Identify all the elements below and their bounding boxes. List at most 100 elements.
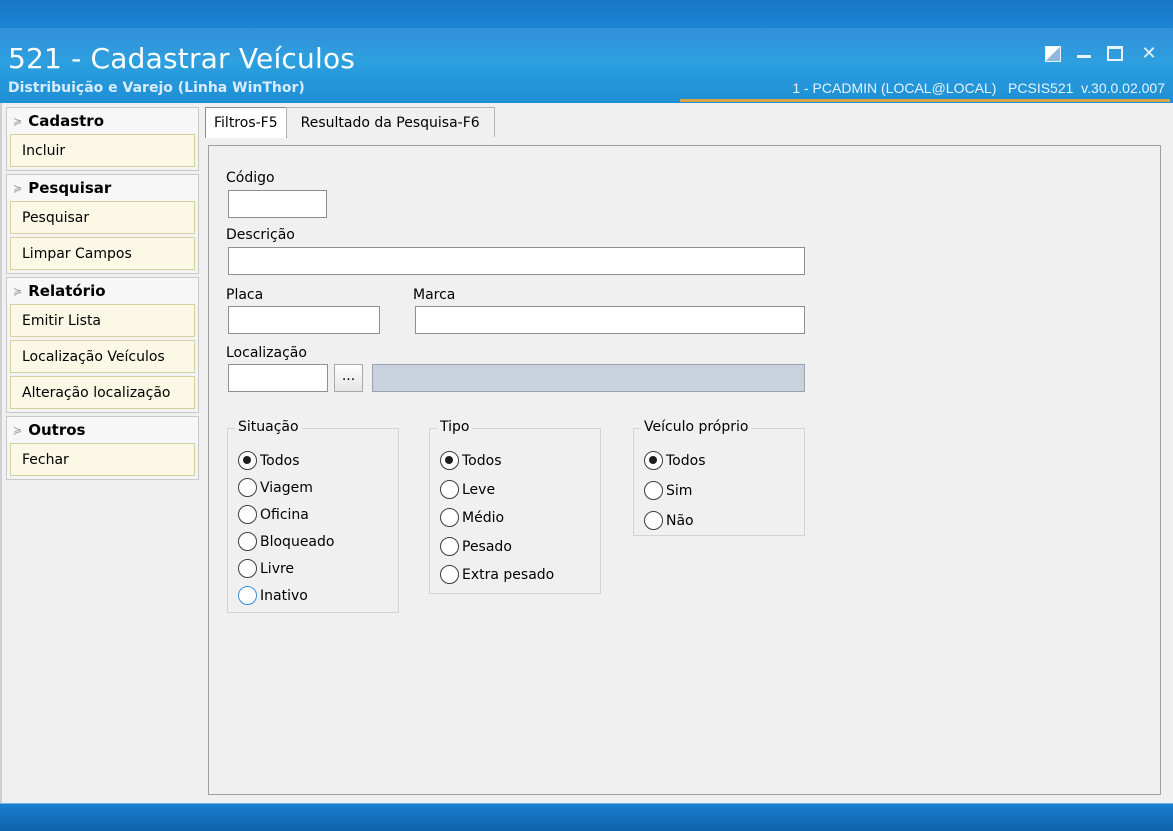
close-icon[interactable]: ✕ <box>1139 44 1159 64</box>
radio-label: Bloqueado <box>260 533 335 550</box>
radio-icon <box>440 508 459 527</box>
sidebar-group-title: Pesquisar <box>28 179 112 197</box>
placa-input[interactable] <box>228 306 380 334</box>
situacao-option-livre[interactable]: Livre <box>238 559 294 578</box>
sidebar-group-cadastro: ≽ Cadastro Incluir <box>6 107 199 171</box>
window-title: 521 - Cadastrar Veículos <box>8 42 356 75</box>
marca-input[interactable] <box>415 306 805 334</box>
veiculo-proprio-option-nao[interactable]: Não <box>644 511 694 530</box>
sidebar-group-title: Relatório <box>28 282 106 300</box>
sidebar-group-title: Cadastro <box>28 112 105 130</box>
window-subtitle: Distribuição e Varejo (Linha WinThor) <box>8 80 305 96</box>
tipo-title: Tipo <box>437 419 473 435</box>
descricao-input[interactable] <box>228 247 805 275</box>
radio-selected-icon <box>440 451 459 470</box>
codigo-label: Código <box>226 170 275 186</box>
tipo-group: Tipo Todos Leve Médio Pesado Extra pesad… <box>429 419 601 594</box>
situacao-option-bloqueado[interactable]: Bloqueado <box>238 532 334 551</box>
veiculo-proprio-option-todos[interactable]: Todos <box>644 451 705 470</box>
fechar-button[interactable]: Fechar <box>10 443 195 476</box>
sidebar-group-header[interactable]: ≽ Relatório <box>7 278 198 304</box>
sidebar-group-pesquisar: ≽ Pesquisar Pesquisar Limpar Campos <box>6 174 199 274</box>
sidebar-group-title: Outros <box>28 421 86 439</box>
pesquisar-button[interactable]: Pesquisar <box>10 201 195 234</box>
situacao-title: Situação <box>235 419 302 435</box>
radio-icon <box>238 559 257 578</box>
radio-label: Viagem <box>260 479 313 496</box>
radio-icon <box>440 480 459 499</box>
localizacao-lookup-button[interactable]: ... <box>334 364 363 392</box>
radio-icon <box>644 511 663 530</box>
radio-icon <box>238 478 257 497</box>
sidebar: ≽ Cadastro Incluir ≽ Pesquisar Pesquisar… <box>6 107 199 483</box>
client-area: ≽ Cadastro Incluir ≽ Pesquisar Pesquisar… <box>0 103 1173 803</box>
tab-resultado-pesquisa[interactable]: Resultado da Pesquisa-F6 <box>285 107 495 137</box>
alteracao-localizacao-button[interactable]: Alteração localização <box>10 376 195 409</box>
radio-label: Livre <box>260 560 295 577</box>
radio-label: Inativo <box>260 587 308 604</box>
tipo-option-pesado[interactable]: Pesado <box>440 537 512 556</box>
radio-icon <box>644 481 663 500</box>
user-info: 1 - PCADMIN (LOCAL@LOCAL) PCSIS521 v.30.… <box>792 80 1165 96</box>
tipo-option-extra-pesado[interactable]: Extra pesado <box>440 565 554 584</box>
tab-filtros[interactable]: Filtros-F5 <box>205 107 287 138</box>
radio-selected-icon <box>644 451 663 470</box>
radio-icon <box>440 537 459 556</box>
situacao-group: Situação Todos Viagem Oficina Bloqueado … <box>227 419 399 613</box>
tipo-option-medio[interactable]: Médio <box>440 508 504 527</box>
radio-selected-icon <box>238 451 257 470</box>
radio-label: Oficina <box>260 506 309 523</box>
radio-label: Extra pesado <box>462 566 555 583</box>
chevron-down-icon: ≽ <box>13 181 23 195</box>
restore-icon[interactable] <box>1045 46 1061 62</box>
localizacao-veiculos-button[interactable]: Localização Veículos <box>10 340 195 373</box>
radio-icon <box>238 586 257 605</box>
tipo-option-leve[interactable]: Leve <box>440 480 495 499</box>
sidebar-group-header[interactable]: ≽ Pesquisar <box>7 175 198 201</box>
localizacao-label: Localização <box>226 345 307 361</box>
radio-label: Todos <box>666 452 706 469</box>
window-controls: ✕ <box>1045 44 1159 64</box>
tipo-option-todos[interactable]: Todos <box>440 451 501 470</box>
filter-panel: Código Descrição Placa Marca Localização… <box>208 145 1161 795</box>
radio-icon <box>440 565 459 584</box>
situacao-option-inativo[interactable]: Inativo <box>238 586 308 605</box>
incluir-button[interactable]: Incluir <box>10 134 195 167</box>
marca-label: Marca <box>413 287 456 303</box>
sidebar-group-outros: ≽ Outros Fechar <box>6 416 199 480</box>
situacao-option-todos[interactable]: Todos <box>238 451 299 470</box>
descricao-label: Descrição <box>226 227 295 243</box>
radio-icon <box>238 532 257 551</box>
radio-label: Não <box>666 512 694 529</box>
radio-label: Todos <box>260 452 300 469</box>
localizacao-description <box>372 364 805 392</box>
situacao-option-oficina[interactable]: Oficina <box>238 505 309 524</box>
title-bar: 521 - Cadastrar Veículos Distribuição e … <box>0 0 1173 103</box>
chevron-down-icon: ≽ <box>13 114 23 128</box>
emitir-lista-button[interactable]: Emitir Lista <box>10 304 195 337</box>
status-bar <box>0 803 1173 831</box>
radio-label: Leve <box>462 481 496 498</box>
sidebar-group-header[interactable]: ≽ Outros <box>7 417 198 443</box>
chevron-down-icon: ≽ <box>13 423 23 437</box>
maximize-icon[interactable] <box>1107 46 1123 61</box>
tab-strip: Filtros-F5 Resultado da Pesquisa-F6 <box>205 107 495 138</box>
localizacao-input[interactable] <box>228 364 328 392</box>
user-info-underline <box>680 99 1170 102</box>
veiculo-proprio-option-sim[interactable]: Sim <box>644 481 692 500</box>
radio-label: Todos <box>462 452 502 469</box>
radio-label: Médio <box>462 509 505 526</box>
radio-label: Sim <box>666 482 693 499</box>
sidebar-group-header[interactable]: ≽ Cadastro <box>7 108 198 134</box>
radio-label: Pesado <box>462 538 512 555</box>
situacao-option-viagem[interactable]: Viagem <box>238 478 313 497</box>
codigo-input[interactable] <box>228 190 327 218</box>
chevron-down-icon: ≽ <box>13 284 23 298</box>
veiculo-proprio-title: Veículo próprio <box>641 419 752 435</box>
radio-icon <box>238 505 257 524</box>
placa-label: Placa <box>226 287 264 303</box>
veiculo-proprio-group: Veículo próprio Todos Sim Não <box>633 419 805 536</box>
limpar-campos-button[interactable]: Limpar Campos <box>10 237 195 270</box>
sidebar-group-relatorio: ≽ Relatório Emitir Lista Localização Veí… <box>6 277 199 413</box>
minimize-icon[interactable] <box>1077 44 1091 58</box>
